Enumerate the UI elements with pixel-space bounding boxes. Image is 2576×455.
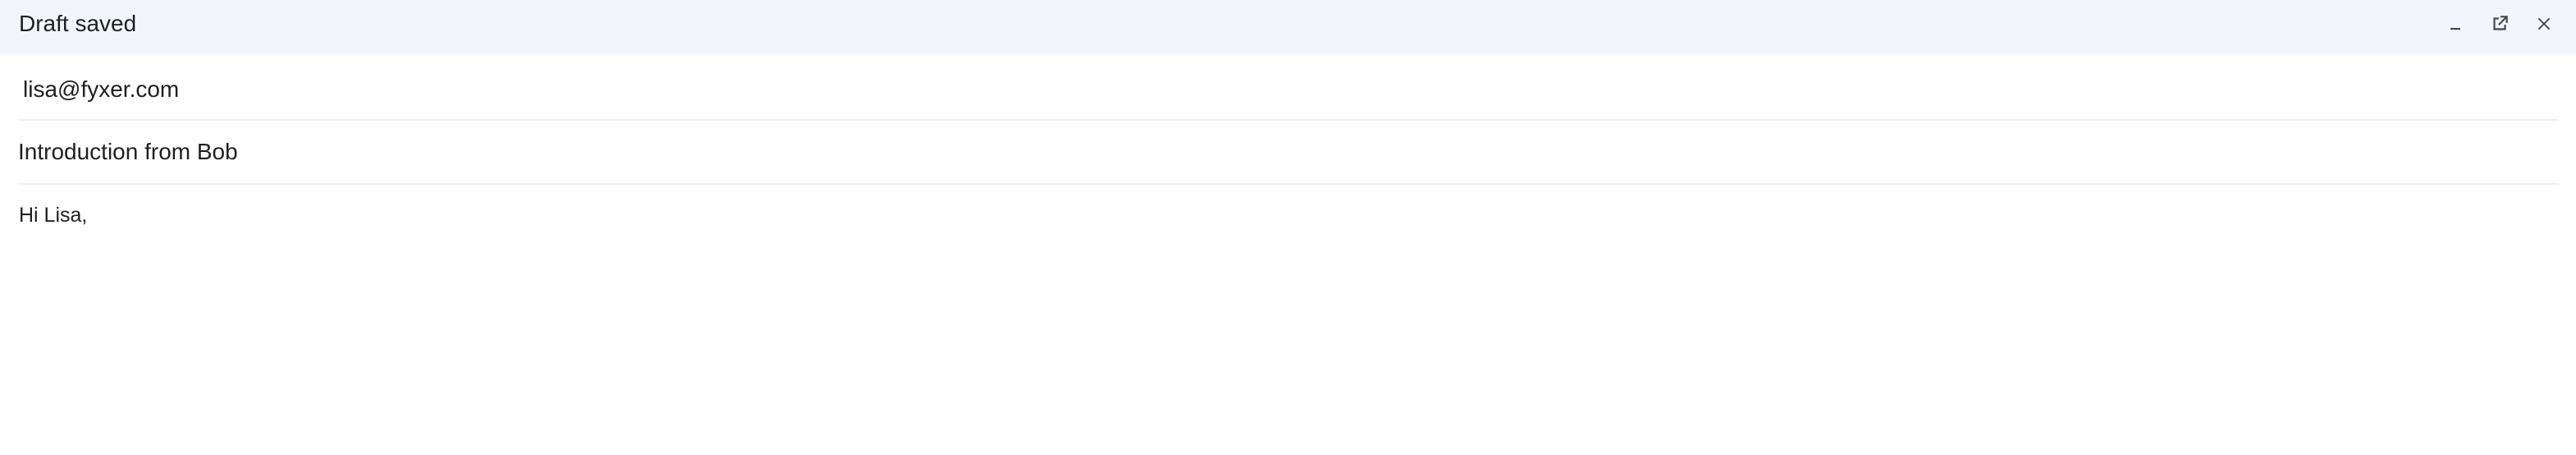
compose-header: Draft saved	[0, 0, 2576, 54]
close-button[interactable]	[2527, 7, 2561, 41]
open-in-new-icon	[2493, 16, 2508, 30]
minimize-icon	[2450, 28, 2460, 30]
header-actions	[2428, 7, 2561, 41]
pop-out-button[interactable]	[2482, 7, 2517, 41]
minimize-button[interactable]	[2438, 7, 2473, 41]
subject-input[interactable]	[18, 121, 2559, 183]
body-greeting-line: Hi Lisa,	[19, 204, 88, 227]
to-recipient-input[interactable]	[18, 59, 2559, 119]
compose-window: Draft saved Hi	[0, 0, 2576, 455]
close-icon	[2537, 17, 2551, 30]
message-body-editor[interactable]: Hi Lisa,	[19, 191, 2555, 437]
draft-status-title: Draft saved	[19, 11, 137, 36]
to-field-row	[18, 59, 2559, 121]
subject-field-row	[18, 121, 2559, 185]
